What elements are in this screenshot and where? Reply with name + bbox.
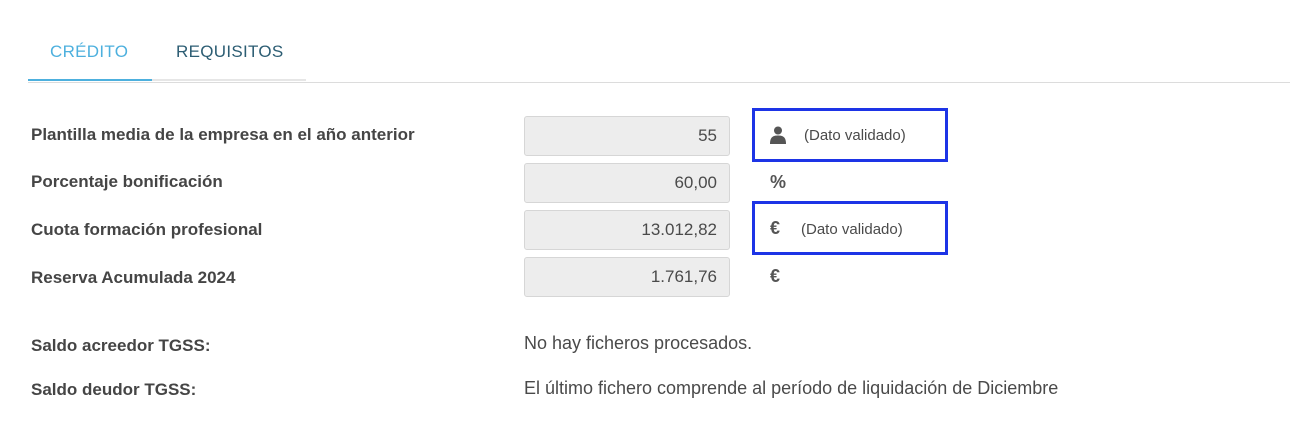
percent-unit: % bbox=[770, 172, 787, 192]
tab-credito[interactable]: CRÉDITO bbox=[50, 42, 128, 62]
cuota-formacion-field[interactable]: 13.012,82 bbox=[524, 210, 730, 250]
reserva-acumulada-field[interactable]: 1.761,76 bbox=[524, 257, 730, 297]
euro-unit: € bbox=[770, 266, 781, 286]
validated-text: (Dato validado) bbox=[801, 221, 903, 238]
person-icon bbox=[770, 126, 786, 144]
euro-unit: € bbox=[770, 218, 781, 238]
saldo-deudor-text: El último fichero comprende al período d… bbox=[524, 378, 1059, 398]
tab-requisitos[interactable]: REQUISITOS bbox=[176, 42, 284, 62]
porcentaje-bonificacion-field[interactable]: 60,00 bbox=[524, 163, 730, 203]
tab-bar: CRÉDITO REQUISITOS bbox=[28, 0, 1290, 83]
cuota-formacion-label: Cuota formación profesional bbox=[31, 220, 263, 239]
reserva-acumulada-label: Reserva Acumulada 2024 bbox=[31, 268, 236, 287]
active-tab-indicator bbox=[28, 79, 152, 81]
tab-divider bbox=[152, 79, 306, 81]
saldo-acreedor-label: Saldo acreedor TGSS: bbox=[31, 336, 211, 355]
saldo-deudor-label: Saldo deudor TGSS: bbox=[31, 380, 197, 399]
porcentaje-bonificacion-label: Porcentaje bonificación bbox=[31, 172, 223, 191]
plantilla-media-field[interactable]: 55 bbox=[524, 116, 730, 156]
plantilla-media-label: Plantilla media de la empresa en el año … bbox=[31, 125, 415, 144]
saldo-acreedor-text: No hay ficheros procesados. bbox=[524, 333, 753, 353]
validated-text: (Dato validado) bbox=[804, 127, 906, 144]
